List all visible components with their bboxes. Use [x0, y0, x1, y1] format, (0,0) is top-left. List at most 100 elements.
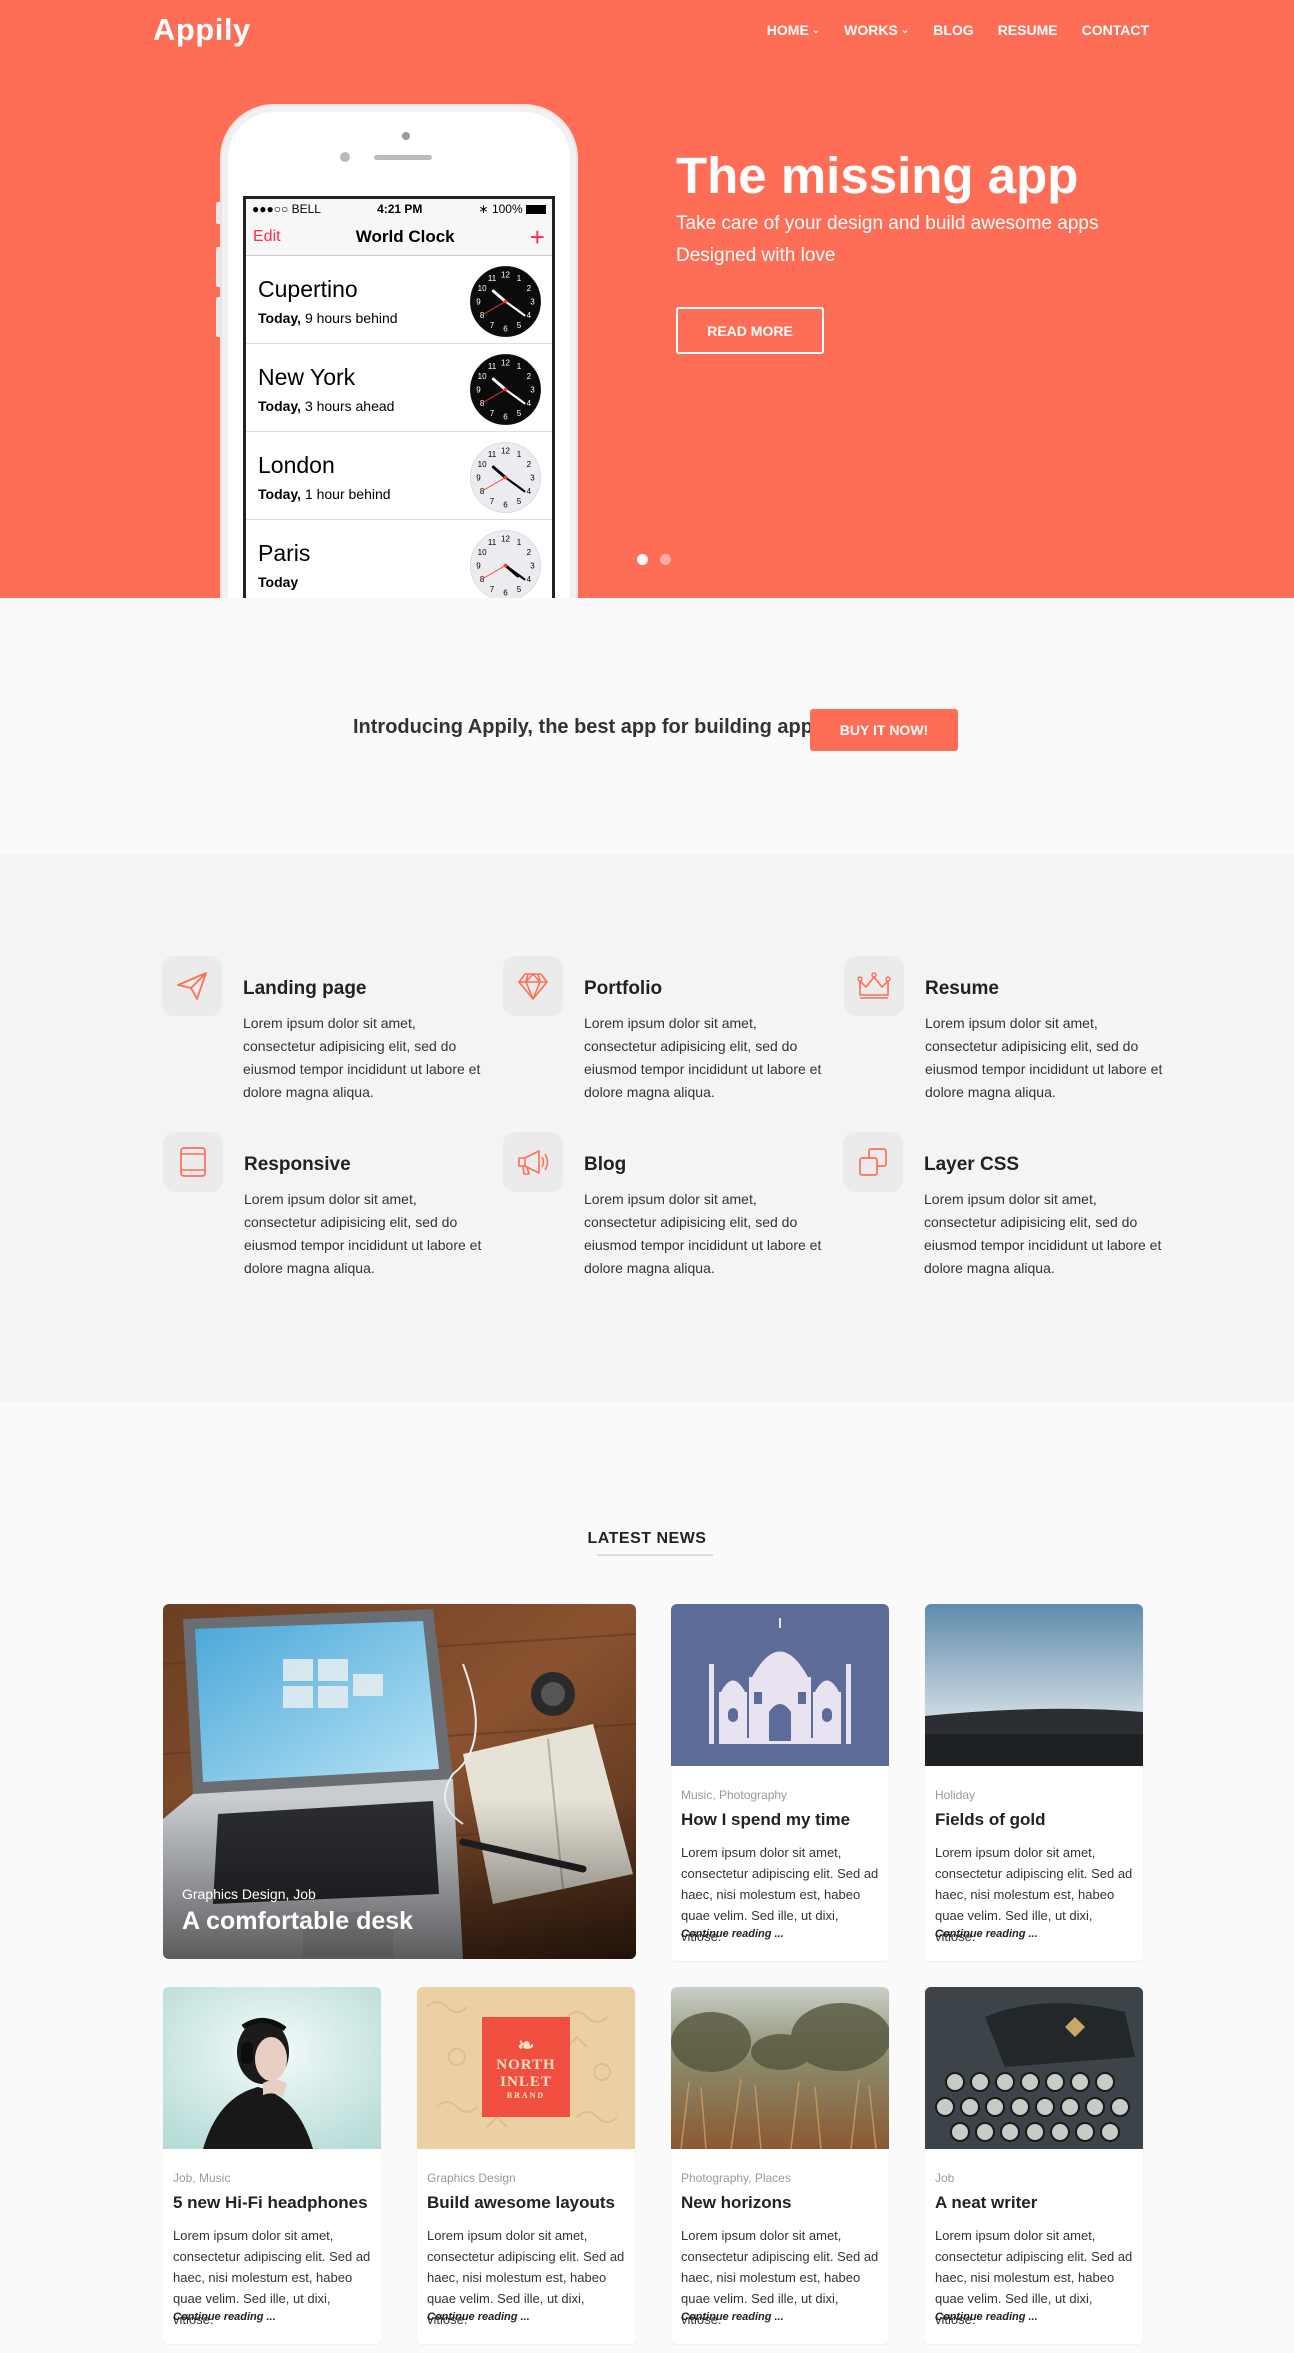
phone-screen: ●●●○○ BELL 4:21 PM ∗ 100% Edit World Clo… [243, 196, 555, 598]
svg-text:6: 6 [503, 324, 508, 333]
post-category: Graphics Design, Job [182, 1886, 316, 1902]
slider-dot-2[interactable] [660, 554, 671, 565]
nav-item-home[interactable]: HOME ⌄ [767, 22, 820, 38]
post-title[interactable]: A comfortable desk [182, 1907, 413, 1936]
battery-icon [525, 204, 546, 214]
svg-text:2: 2 [527, 284, 532, 293]
nav-item-blog[interactable]: BLOG [933, 22, 973, 38]
continue-reading-link[interactable]: Continue reading ... [173, 2311, 276, 2323]
svg-text:2: 2 [527, 372, 532, 381]
feature-text: Lorem ipsum dolor sit amet, consectetur … [924, 1191, 1162, 1276]
status-bar: ●●●○○ BELL 4:21 PM ∗ 100% [246, 199, 552, 218]
featured-post[interactable]: Graphics Design, Job A comfortable desk [163, 1604, 636, 1959]
clock-city: New York [258, 364, 356, 390]
continue-reading-link[interactable]: Continue reading ... [935, 2311, 1038, 2323]
svg-text:10: 10 [478, 460, 487, 469]
clock-row[interactable]: New York Today, 3 hours ahead 1 2 3 4 5 6 7 8 9 10 1… [246, 344, 552, 432]
svg-text:11: 11 [488, 362, 497, 371]
phone-sensor [340, 152, 350, 162]
clock-city: Cupertino [258, 276, 358, 302]
post-title[interactable]: Fields of gold [935, 1810, 1046, 1830]
crown-icon [844, 956, 904, 1016]
post-category: Music, Photography [681, 1788, 788, 1802]
clock-day: Today, [258, 486, 302, 502]
svg-text:11: 11 [488, 274, 497, 283]
news-card: Photography, Places New horizons Lorem i… [671, 1987, 889, 2344]
desk-photo [163, 1604, 636, 1959]
clock-day: Today, [258, 310, 302, 326]
svg-text:4: 4 [527, 487, 532, 496]
feature-title: Resume [925, 978, 999, 999]
continue-reading-link[interactable]: Continue reading ... [681, 2311, 784, 2323]
feature-text: Lorem ipsum dolor sit amet, consectetur … [584, 1191, 822, 1276]
svg-text:9: 9 [476, 561, 481, 570]
read-more-button[interactable]: READ MORE [676, 307, 824, 354]
slider-dot-1[interactable] [637, 554, 648, 565]
feature-title: Portfolio [584, 978, 663, 999]
svg-text:12: 12 [501, 270, 510, 279]
post-title[interactable]: New horizons [681, 2193, 792, 2213]
card-image [925, 1987, 1143, 2149]
clock-day: Today [258, 574, 299, 590]
add-clock-button[interactable]: + [530, 224, 545, 250]
nav-item-works[interactable]: WORKS ⌄ [844, 22, 909, 38]
clock-city: Paris [258, 540, 311, 566]
brand-logo[interactable]: Appily [153, 12, 251, 48]
buy-now-button[interactable]: BUY IT NOW! [810, 709, 958, 751]
badge-line: INLET [500, 2073, 552, 2090]
hero-section: Appily HOME ⌄ WORKS ⌄ BLOG RESUME CONTACT … [0, 0, 1294, 598]
post-title[interactable]: A neat writer [935, 2193, 1037, 2213]
svg-text:5: 5 [517, 321, 522, 330]
svg-text:2: 2 [527, 548, 532, 557]
edit-button[interactable]: Edit [253, 228, 281, 246]
clock-offset-text: 3 hours ahead [304, 398, 395, 414]
phone-mute-switch [216, 202, 221, 224]
svg-text:3: 3 [530, 297, 535, 306]
phone-volume-down [216, 297, 221, 337]
feature-title: Layer CSS [924, 1154, 1020, 1175]
phone-camera [402, 132, 410, 140]
svg-text:11: 11 [488, 538, 497, 547]
badge-line: BRAND [506, 2090, 546, 2100]
svg-text:5: 5 [517, 497, 522, 506]
clock-row[interactable]: Paris Today 1 2 3 4 5 6 7 8 9 10 11 12 [246, 520, 552, 598]
nav-item-contact[interactable]: CONTACT [1082, 22, 1149, 38]
layers-icon [843, 1132, 903, 1192]
post-title[interactable]: 5 new Hi-Fi headphones [173, 2193, 368, 2213]
post-category: Holiday [935, 1788, 976, 1802]
badge-line: NORTH [496, 2056, 556, 2073]
svg-text:8: 8 [480, 311, 485, 320]
clock-row[interactable]: Cupertino Today, 9 hours behind 1 2 3 4 5 6 7 8 9 1… [246, 256, 552, 344]
svg-text:8: 8 [480, 399, 485, 408]
main-nav: HOME ⌄ WORKS ⌄ BLOG RESUME CONTACT [767, 22, 1149, 38]
clock-row[interactable]: London Today, 1 hour behind 1 2 3 4 5 6 7 8 9 10 11 1… [246, 432, 552, 520]
bluetooth-icon: ∗ [478, 201, 492, 216]
nav-label: HOME [766, 22, 809, 38]
post-title[interactable]: How I spend my time [681, 1810, 850, 1830]
world-clock-title: World Clock [355, 226, 455, 246]
world-clock-header: Edit World Clock + [246, 218, 552, 256]
svg-text:7: 7 [490, 585, 495, 594]
card-image: ❧ NORTH INLET BRAND [417, 1987, 635, 2149]
svg-text:7: 7 [490, 409, 495, 418]
card-image [671, 1604, 889, 1766]
feature-title: Responsive [244, 1154, 351, 1175]
feature-text: Lorem ipsum dolor sit amet, consectetur … [925, 1015, 1163, 1100]
tablet-icon [163, 1132, 223, 1192]
svg-text:10: 10 [478, 548, 487, 557]
analog-clock-icon: 1234567891011 12 [470, 354, 541, 425]
svg-text:3: 3 [530, 473, 535, 482]
svg-text:9: 9 [476, 297, 481, 306]
post-category: Photography, Places [681, 2171, 791, 2185]
news-card: Music, Photography How I spend my time L… [671, 1604, 889, 1961]
svg-text:5: 5 [517, 585, 522, 594]
continue-reading-link[interactable]: Continue reading ... [427, 2311, 530, 2323]
post-title[interactable]: Build awesome layouts [427, 2193, 615, 2213]
continue-reading-link[interactable]: Continue reading ... [681, 1928, 784, 1940]
feature-text: Lorem ipsum dolor sit amet, consectetur … [244, 1191, 482, 1276]
svg-text:6: 6 [503, 412, 508, 421]
continue-reading-link[interactable]: Continue reading ... [935, 1928, 1038, 1940]
section-title: LATEST NEWS [587, 1530, 707, 1547]
svg-text:1: 1 [517, 274, 522, 283]
nav-item-resume[interactable]: RESUME [998, 22, 1058, 38]
